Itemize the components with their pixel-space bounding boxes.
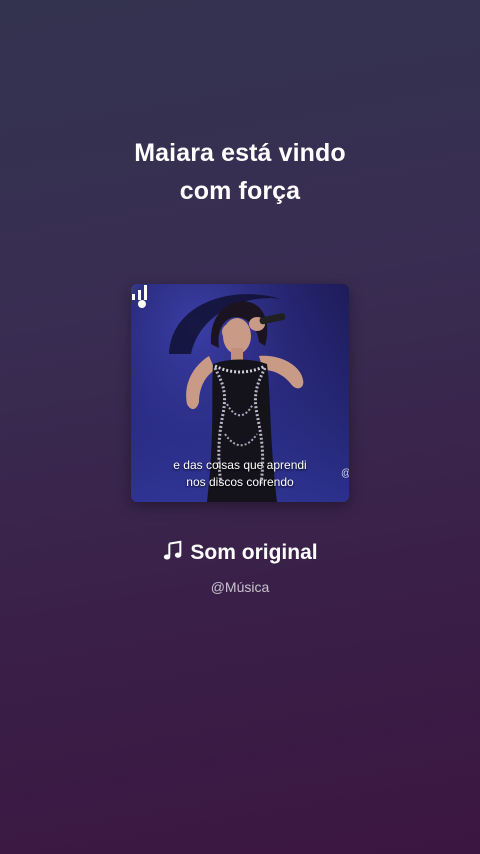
sound-title-row[interactable]: Som original	[0, 538, 480, 568]
headline-line-2: com força	[179, 177, 301, 205]
music-note-icon	[164, 540, 182, 560]
sound-handle[interactable]: @Música	[0, 579, 480, 595]
lyrics-caption-line-1: e das coisas que aprendi	[173, 458, 307, 472]
headline: Maiara está vindo com força	[0, 134, 480, 210]
cover-at-mark: @	[341, 468, 349, 479]
video-cover[interactable]: e das coisas que aprendi nos discos corr…	[131, 284, 349, 502]
lyrics-caption-line-2: nos discos correndo	[186, 475, 294, 489]
headline-line-1: Maiara está vindo	[134, 139, 346, 167]
sound-title: Som original	[190, 541, 318, 564]
audio-bars-icon	[132, 285, 147, 300]
